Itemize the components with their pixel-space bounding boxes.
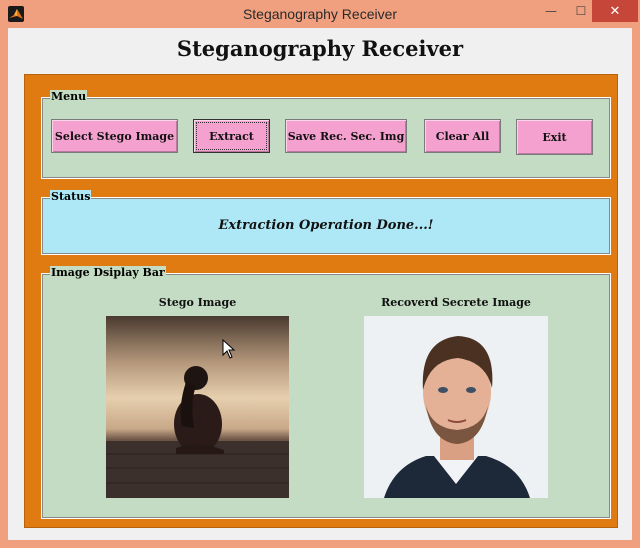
clear-all-button[interactable]: Clear All bbox=[424, 119, 501, 153]
title-bar: Steganography Receiver — ☐ ✕ bbox=[0, 0, 640, 28]
status-group-label: Status bbox=[50, 190, 92, 204]
stego-image-caption: Stego Image bbox=[158, 296, 237, 309]
recovered-image-caption: Recoverd Secrete Image bbox=[381, 296, 531, 309]
recovered-secret-image bbox=[364, 316, 548, 498]
page-title: Steganography Receiver bbox=[176, 36, 464, 61]
menu-group: Menu Select Stego Image Extract Save Rec… bbox=[41, 90, 611, 179]
stego-image bbox=[106, 316, 289, 498]
close-button[interactable]: ✕ bbox=[592, 0, 638, 22]
main-panel: Menu Select Stego Image Extract Save Rec… bbox=[24, 74, 618, 528]
extract-button[interactable]: Extract bbox=[193, 119, 270, 153]
menu-group-label: Menu bbox=[50, 90, 88, 104]
image-display-group: Image Dsiplay Bar Stego Image Recoverd S… bbox=[41, 266, 611, 519]
client-area: Steganography Receiver Menu Select Stego… bbox=[8, 28, 632, 540]
exit-button[interactable]: Exit bbox=[516, 119, 593, 155]
minimize-button[interactable]: — bbox=[536, 0, 566, 22]
status-group: Status Extraction Operation Done...! bbox=[41, 190, 611, 255]
select-stego-image-button[interactable]: Select Stego Image bbox=[51, 119, 178, 153]
image-display-group-label: Image Dsiplay Bar bbox=[50, 266, 166, 280]
save-recovered-image-button[interactable]: Save Rec. Sec. Img bbox=[285, 119, 407, 153]
status-message: Extraction Operation Done...! bbox=[218, 218, 434, 233]
mouse-pointer-icon bbox=[222, 339, 236, 359]
